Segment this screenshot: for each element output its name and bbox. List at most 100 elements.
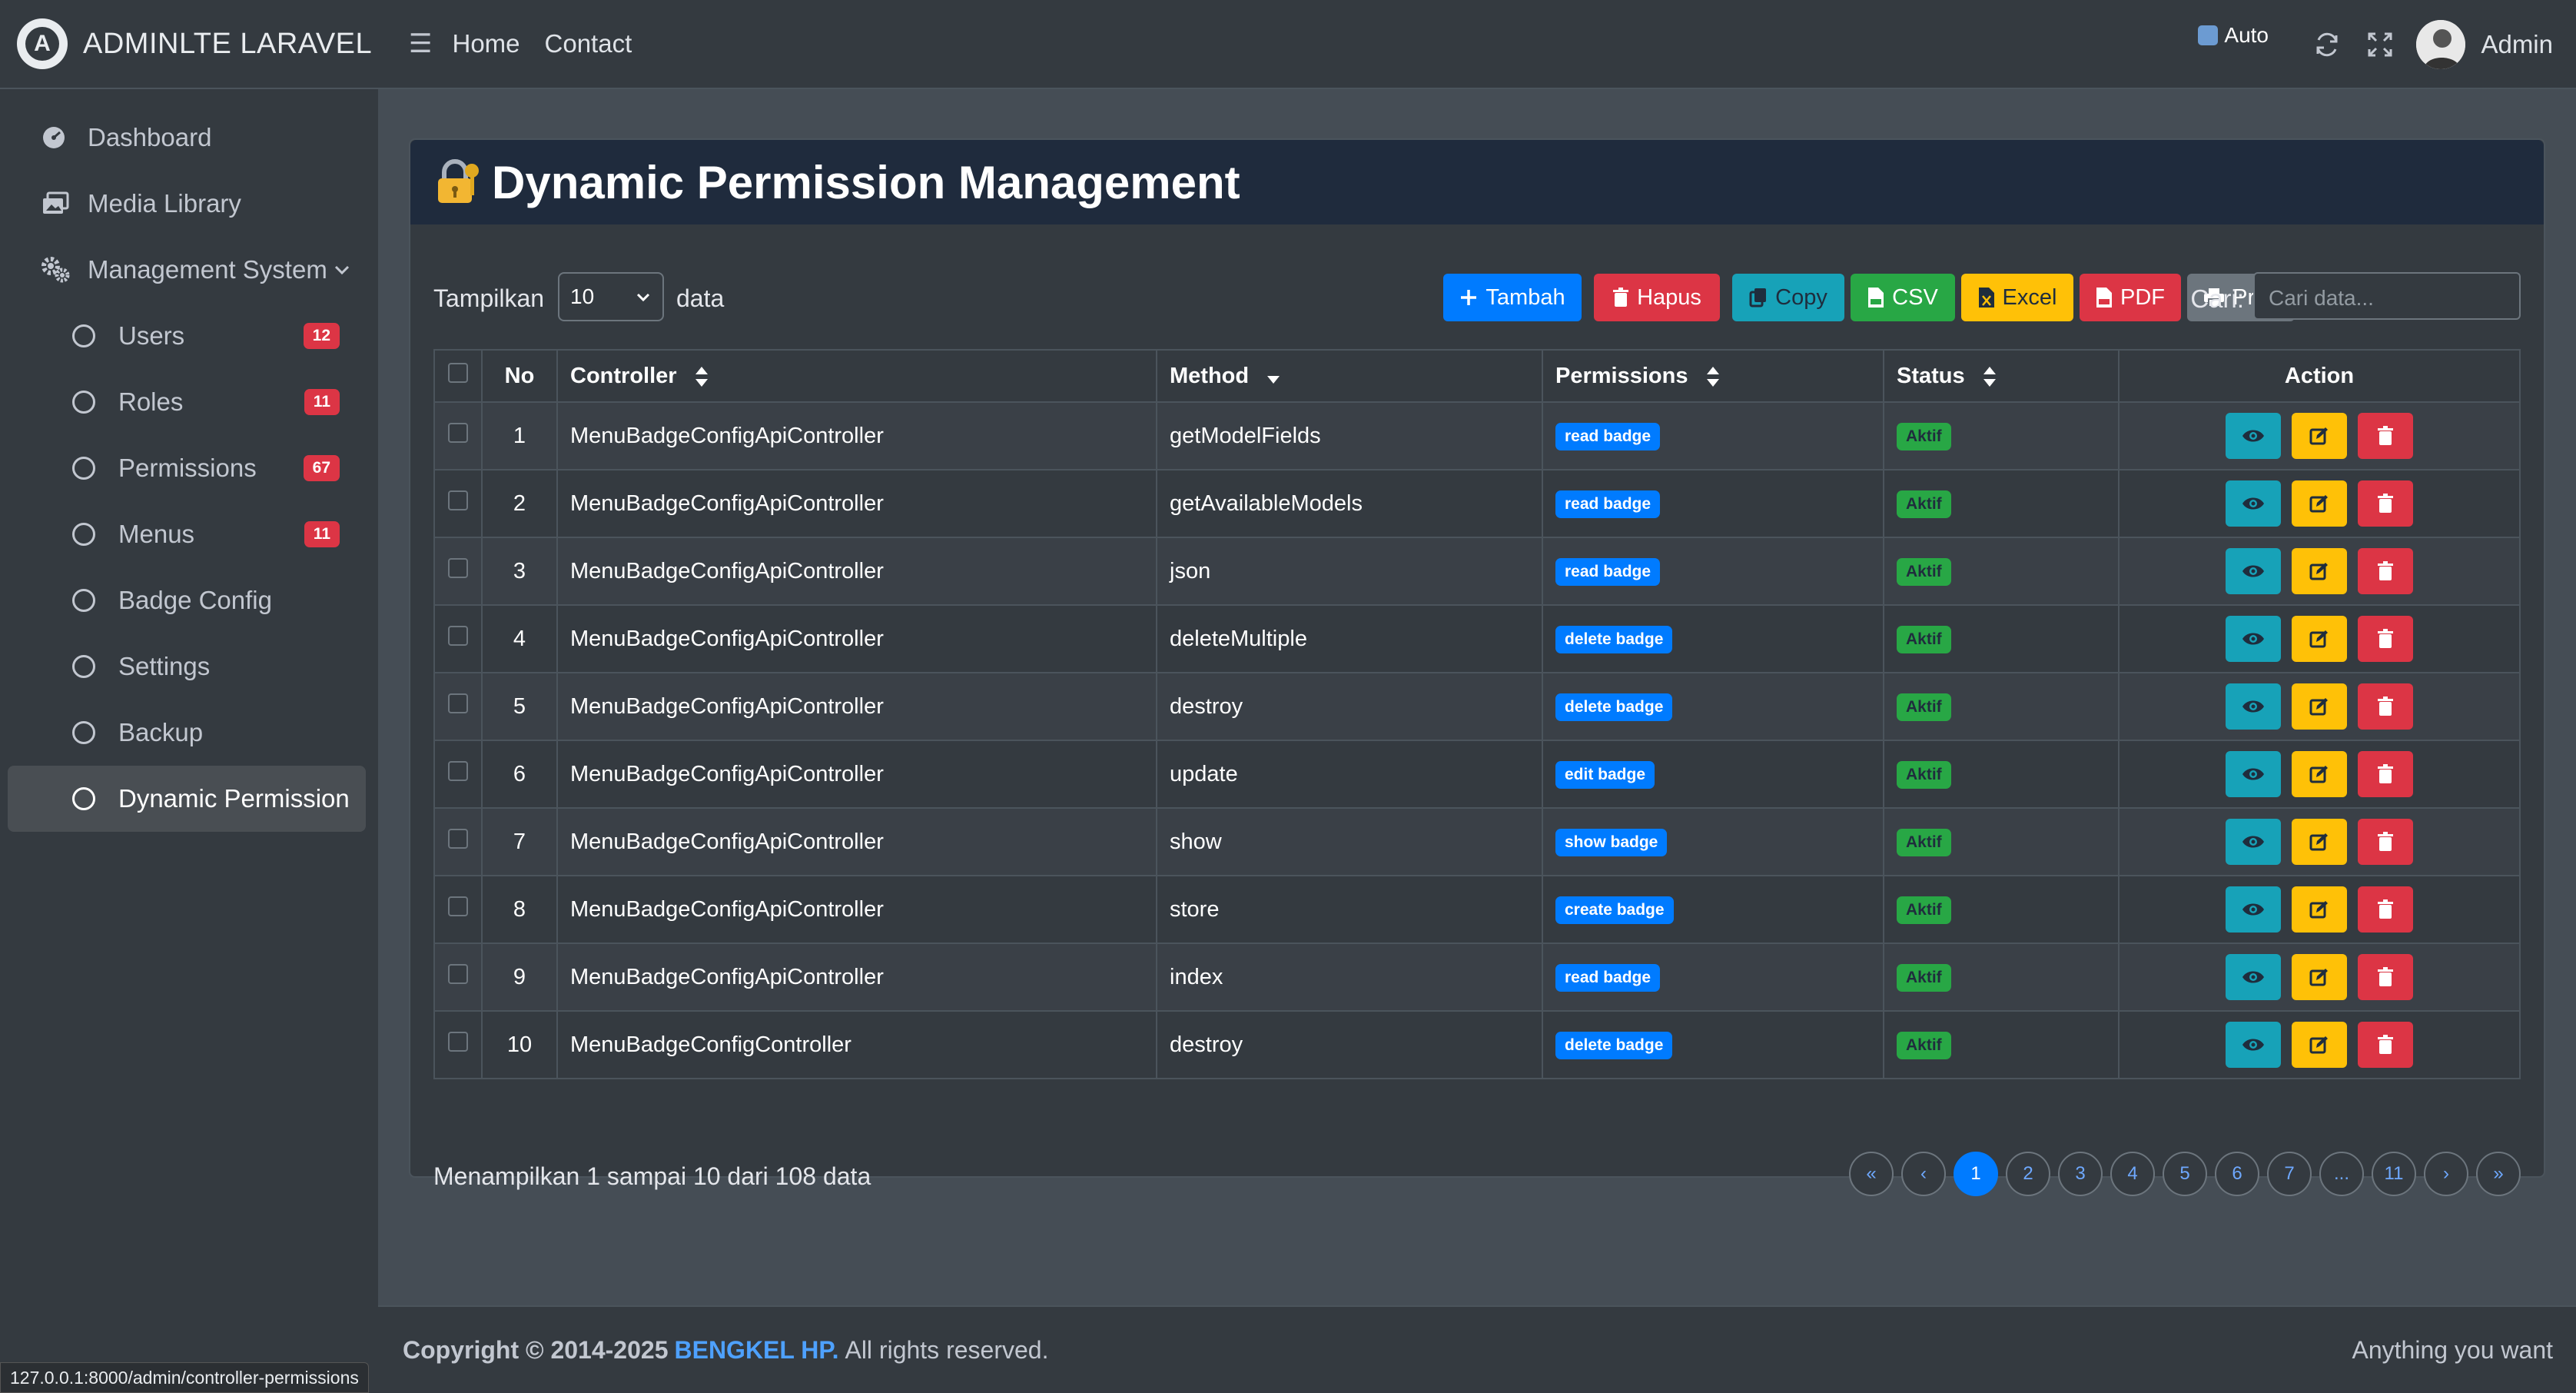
edit-button[interactable] bbox=[2292, 413, 2347, 459]
page-link[interactable]: 7 bbox=[2267, 1152, 2312, 1196]
view-button[interactable] bbox=[2226, 480, 2281, 527]
page-link[interactable]: 2 bbox=[2006, 1152, 2050, 1196]
view-button[interactable] bbox=[2226, 954, 2281, 1000]
delete-row-button[interactable] bbox=[2358, 413, 2413, 459]
delete-row-button[interactable] bbox=[2358, 751, 2413, 797]
delete-button[interactable]: Hapus bbox=[1594, 274, 1720, 321]
row-checkbox[interactable] bbox=[448, 896, 468, 916]
row-checkbox[interactable] bbox=[448, 964, 468, 984]
row-checkbox[interactable] bbox=[448, 558, 468, 578]
edit-button[interactable] bbox=[2292, 1022, 2347, 1068]
row-checkbox[interactable] bbox=[448, 490, 468, 510]
search-label: Cari: bbox=[2190, 284, 2244, 313]
page-link[interactable]: 1 bbox=[1954, 1152, 1998, 1196]
csv-button[interactable]: CSV bbox=[1851, 274, 1955, 321]
view-button[interactable] bbox=[2226, 751, 2281, 797]
edit-button[interactable] bbox=[2292, 954, 2347, 1000]
page-link[interactable]: ‹ bbox=[1901, 1152, 1946, 1196]
view-button[interactable] bbox=[2226, 616, 2281, 662]
view-button[interactable] bbox=[2226, 819, 2281, 865]
delete-row-button[interactable] bbox=[2358, 548, 2413, 594]
view-button[interactable] bbox=[2226, 1022, 2281, 1068]
sidebar-item-settings[interactable]: Settings bbox=[8, 633, 366, 700]
page-link[interactable]: « bbox=[1849, 1152, 1894, 1196]
page-link[interactable]: › bbox=[2424, 1152, 2468, 1196]
edit-button[interactable] bbox=[2292, 819, 2347, 865]
delete-row-button[interactable] bbox=[2358, 616, 2413, 662]
edit-button[interactable] bbox=[2292, 886, 2347, 933]
refresh-icon[interactable] bbox=[2313, 31, 2341, 58]
sidebar-item-dashboard[interactable]: Dashboard bbox=[8, 105, 366, 171]
excel-button[interactable]: Excel bbox=[1961, 274, 2073, 321]
hamburger-menu-icon[interactable]: ☰ bbox=[409, 28, 432, 59]
circle-icon bbox=[72, 457, 103, 480]
sidebar-item-dynamic-permission[interactable]: Dynamic Permission bbox=[8, 766, 366, 832]
row-checkbox[interactable] bbox=[448, 1032, 468, 1052]
brand-link[interactable]: A ADMINLTE LARAVEL bbox=[0, 0, 378, 89]
row-checkbox[interactable] bbox=[448, 626, 468, 646]
copy-button[interactable]: Copy bbox=[1732, 274, 1844, 321]
page-link[interactable]: 11 bbox=[2372, 1152, 2416, 1196]
column-header-status[interactable]: Status bbox=[1883, 349, 2120, 403]
footer-brand-link[interactable]: BENGKEL HP. bbox=[674, 1336, 838, 1365]
select-all-checkbox[interactable] bbox=[448, 363, 468, 383]
view-button[interactable] bbox=[2226, 548, 2281, 594]
sidebar-item-roles[interactable]: Roles 11 bbox=[8, 369, 366, 435]
controller-cell: MenuBadgeConfigApiController bbox=[556, 672, 1157, 741]
row-checkbox[interactable] bbox=[448, 423, 468, 443]
method-cell: getModelFields bbox=[1156, 401, 1543, 470]
page-link[interactable]: » bbox=[2476, 1152, 2521, 1196]
view-button[interactable] bbox=[2226, 886, 2281, 933]
sidebar-item-menus[interactable]: Menus 11 bbox=[8, 501, 366, 567]
avatar[interactable] bbox=[2416, 20, 2466, 69]
delete-row-button[interactable] bbox=[2358, 480, 2413, 527]
circle-icon bbox=[72, 589, 103, 612]
sidebar-item-management-system[interactable]: Management System bbox=[8, 237, 366, 303]
row-checkbox[interactable] bbox=[448, 761, 468, 781]
user-name[interactable]: Admin bbox=[2481, 30, 2553, 59]
sidebar-item-permissions[interactable]: Permissions 67 bbox=[8, 435, 366, 501]
sidebar-item-backup[interactable]: Backup bbox=[8, 700, 366, 766]
edit-button[interactable] bbox=[2292, 548, 2347, 594]
nav-link-contact[interactable]: Contact bbox=[545, 29, 632, 58]
sidebar-item-badge-config[interactable]: Badge Config bbox=[8, 567, 366, 633]
fullscreen-icon[interactable] bbox=[2367, 32, 2393, 58]
delete-row-button[interactable] bbox=[2358, 886, 2413, 933]
delete-row-button[interactable] bbox=[2358, 819, 2413, 865]
row-select-cell bbox=[433, 740, 483, 809]
view-button[interactable] bbox=[2226, 413, 2281, 459]
table-row: 5 MenuBadgeConfigApiController destroy dele… bbox=[433, 672, 2521, 741]
page-link[interactable]: 5 bbox=[2163, 1152, 2207, 1196]
add-button[interactable]: Tambah bbox=[1443, 274, 1582, 321]
column-header-permissions[interactable]: Permissions bbox=[1542, 349, 1884, 403]
permission-badge: read badge bbox=[1555, 422, 1661, 450]
theme-auto-toggle[interactable]: Auto bbox=[2198, 23, 2269, 48]
delete-row-button[interactable] bbox=[2358, 683, 2413, 730]
sidebar-item-users[interactable]: Users 12 bbox=[8, 303, 366, 369]
edit-button[interactable] bbox=[2292, 480, 2347, 527]
row-checkbox[interactable] bbox=[448, 693, 468, 713]
view-button[interactable] bbox=[2226, 683, 2281, 730]
table-row: 7 MenuBadgeConfigApiController show show ba… bbox=[433, 807, 2521, 876]
edit-button[interactable] bbox=[2292, 751, 2347, 797]
column-header-method[interactable]: Method bbox=[1156, 349, 1543, 403]
row-select-cell bbox=[433, 875, 483, 944]
edit-button[interactable] bbox=[2292, 616, 2347, 662]
row-checkbox[interactable] bbox=[448, 829, 468, 849]
page-link[interactable]: ... bbox=[2319, 1152, 2364, 1196]
nav-link-home[interactable]: Home bbox=[452, 29, 520, 58]
delete-row-button[interactable] bbox=[2358, 954, 2413, 1000]
search-input[interactable]: Cari data... bbox=[2253, 272, 2521, 320]
page-size-select[interactable]: 10 bbox=[558, 272, 664, 321]
pdf-button[interactable]: PDF bbox=[2080, 274, 2181, 321]
edit-button[interactable] bbox=[2292, 683, 2347, 730]
page-link[interactable]: 4 bbox=[2110, 1152, 2155, 1196]
permissions-cell: create badge bbox=[1542, 875, 1884, 944]
permissions-cell: read badge bbox=[1542, 401, 1884, 470]
page-link[interactable]: 3 bbox=[2058, 1152, 2103, 1196]
column-header-controller[interactable]: Controller bbox=[556, 349, 1157, 403]
delete-row-button[interactable] bbox=[2358, 1022, 2413, 1068]
status-badge: Aktif bbox=[1897, 557, 1951, 586]
page-link[interactable]: 6 bbox=[2215, 1152, 2259, 1196]
sidebar-item-media-library[interactable]: Media Library bbox=[8, 171, 366, 237]
